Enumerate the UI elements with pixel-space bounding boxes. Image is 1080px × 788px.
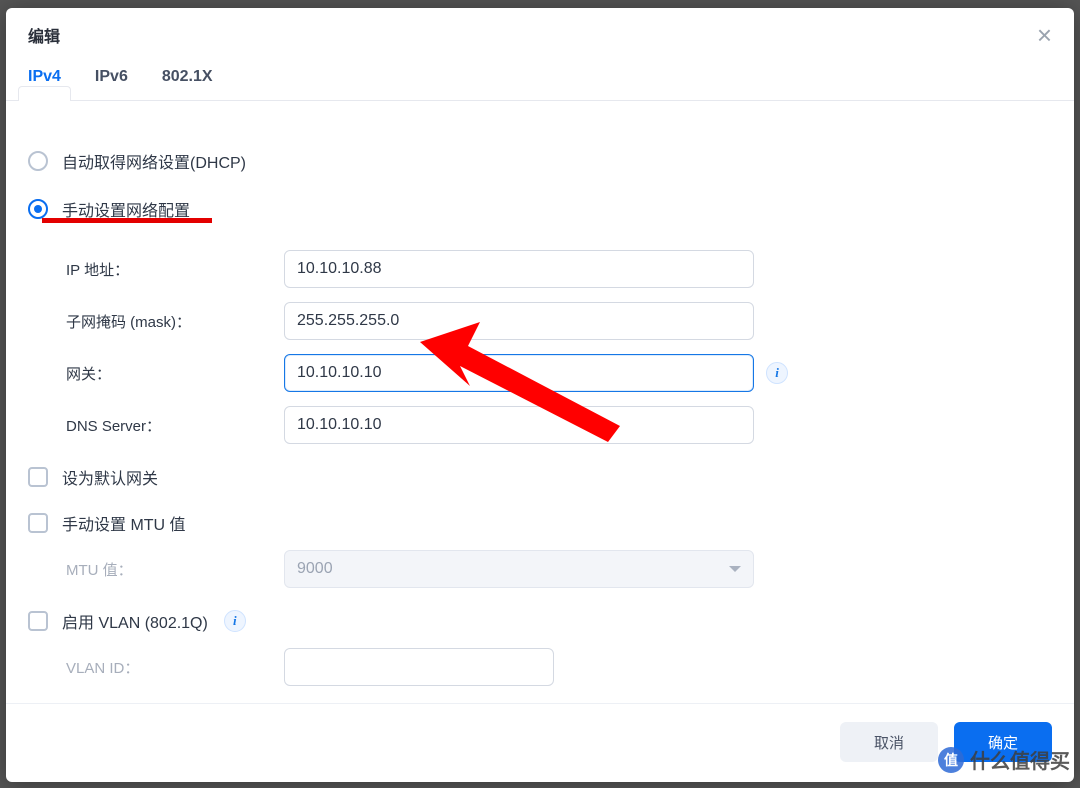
manual-mtu-label: 手动设置 MTU 值 — [62, 511, 186, 535]
chevron-down-icon — [729, 566, 741, 572]
gateway-info-icon[interactable]: i — [766, 362, 788, 384]
dialog-footer: 取消 确定 — [6, 703, 1074, 782]
close-icon[interactable]: × — [1037, 22, 1052, 48]
default-gateway-label: 设为默认网关 — [62, 465, 158, 489]
manual-mtu-checkbox[interactable] — [28, 513, 48, 533]
tab-8021x-label: 802.1X — [162, 68, 213, 85]
radio-dhcp-label: 自动取得网络设置(DHCP) — [62, 149, 246, 173]
dialog-body: 自动取得网络设置(DHCP) 手动设置网络配置 IP 地址： 子网掩码 (mas… — [6, 101, 1074, 703]
form-area: 自动取得网络设置(DHCP) 手动设置网络配置 IP 地址： 子网掩码 (mas… — [28, 113, 1052, 693]
gateway-input[interactable] — [284, 354, 754, 392]
mask-label: 子网掩码 (mask)： — [28, 311, 284, 332]
vlan-id-label: VLAN ID： — [28, 657, 284, 678]
tab-ipv6[interactable]: IPv6 — [95, 58, 128, 100]
ip-input[interactable] — [284, 250, 754, 288]
manual-mtu-row[interactable]: 手动设置 MTU 值 — [28, 497, 1052, 543]
cancel-button[interactable]: 取消 — [840, 722, 938, 762]
radio-manual-row[interactable]: 手动设置网络配置 — [28, 189, 1052, 243]
radio-manual[interactable] — [28, 199, 48, 219]
enable-vlan-checkbox[interactable] — [28, 611, 48, 631]
dns-row: DNS Server： — [28, 399, 1052, 451]
dns-label: DNS Server： — [28, 415, 284, 436]
vlan-id-input — [284, 648, 554, 686]
edit-network-dialog: 编辑 × IPv4 IPv6 802.1X 自动取得网络设置(DHCP) 手动设… — [6, 8, 1074, 782]
tab-ipv4[interactable]: IPv4 — [28, 58, 61, 100]
mask-row: 子网掩码 (mask)： — [28, 295, 1052, 347]
tab-ipv4-label: IPv4 — [28, 68, 61, 85]
radio-dhcp[interactable] — [28, 151, 48, 171]
default-gateway-row[interactable]: 设为默认网关 — [28, 451, 1052, 497]
annotation-red-underline — [42, 218, 212, 223]
dialog-title: 编辑 — [28, 23, 60, 47]
ip-row: IP 地址： — [28, 243, 1052, 295]
vlan-id-row: VLAN ID： — [28, 641, 1052, 693]
mtu-select: 9000 — [284, 550, 754, 588]
enable-vlan-row[interactable]: 启用 VLAN (802.1Q) i — [28, 595, 1052, 641]
tab-bar: IPv4 IPv6 802.1X — [6, 58, 1074, 101]
radio-dhcp-row[interactable]: 自动取得网络设置(DHCP) — [28, 141, 1052, 189]
vlan-info-icon[interactable]: i — [224, 610, 246, 632]
mask-input[interactable] — [284, 302, 754, 340]
dns-input[interactable] — [284, 406, 754, 444]
ok-button[interactable]: 确定 — [954, 722, 1052, 762]
dialog-header: 编辑 × — [6, 8, 1074, 58]
gateway-label: 网关： — [28, 363, 284, 384]
tab-ipv6-label: IPv6 — [95, 68, 128, 85]
default-gateway-checkbox[interactable] — [28, 467, 48, 487]
gateway-row: 网关： i — [28, 347, 1052, 399]
enable-vlan-label: 启用 VLAN (802.1Q) — [62, 609, 208, 633]
mtu-row: MTU 值： 9000 — [28, 543, 1052, 595]
mtu-label: MTU 值： — [28, 559, 284, 580]
tab-8021x[interactable]: 802.1X — [162, 58, 213, 100]
ip-label: IP 地址： — [28, 259, 284, 280]
mtu-select-value: 9000 — [297, 560, 333, 578]
